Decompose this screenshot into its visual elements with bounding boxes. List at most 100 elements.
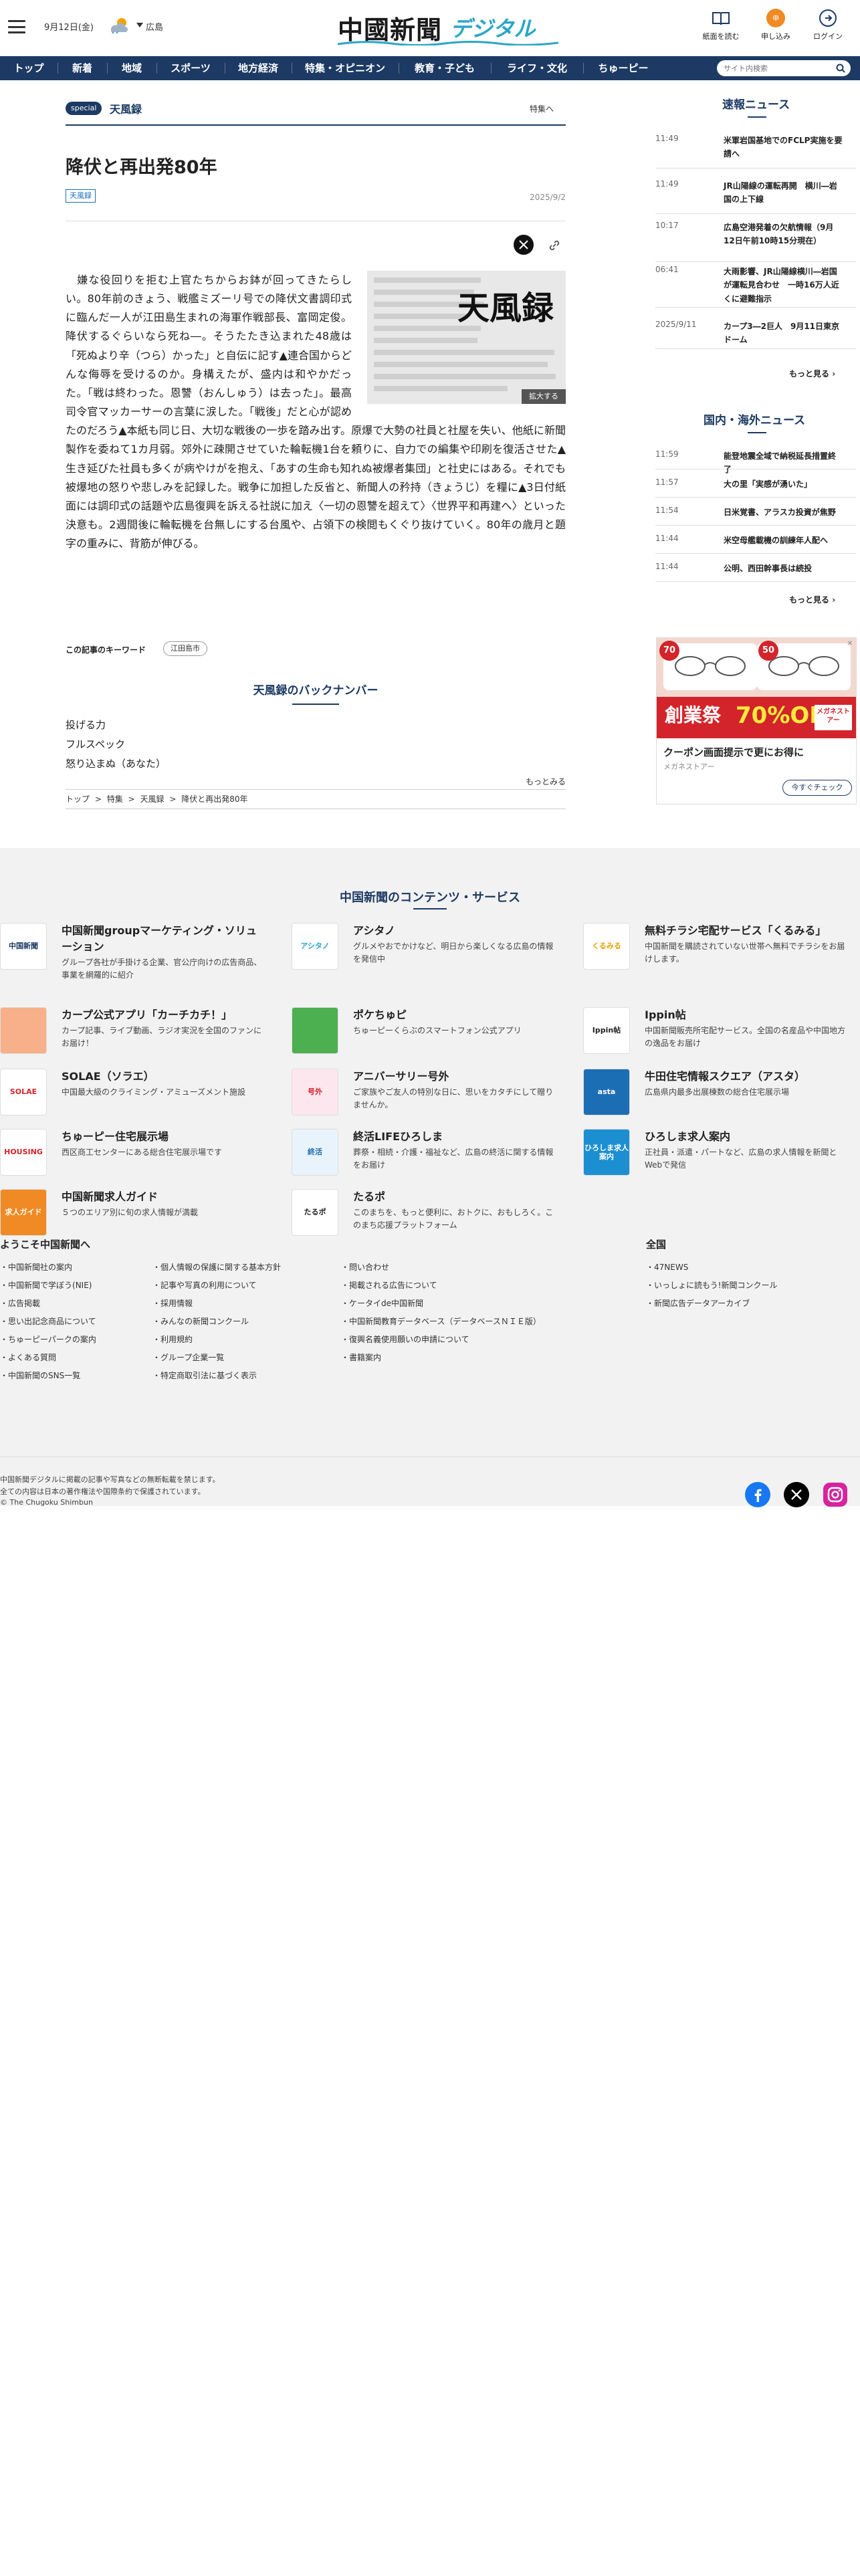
nav-item-sports[interactable]: スポーツ <box>156 56 225 80</box>
news-item[interactable]: 11:57 大の里「実感が湧いた」 <box>655 477 856 498</box>
nav-item-life[interactable]: ライフ・文化 <box>491 56 583 80</box>
news-item[interactable]: 11:49 米軍岩国基地でのFCLP実施を要請へ <box>655 134 856 169</box>
news-item[interactable]: 11:49 JR山陽線の運転再開 横川―岩国の上下線 <box>655 179 856 214</box>
service-card[interactable]: Ippin帖 Ippin帖 中国新聞販売所宅配サービス。全国の名産品や中国地方の逸品… <box>583 1007 845 1067</box>
news-item[interactable]: 2025/9/11 カープ3―2巨人 9月11日東京ドーム <box>655 320 856 349</box>
service-name[interactable]: 終活LIFEひろしま <box>353 1129 554 1145</box>
news-item[interactable]: 11:44 公明、西田幹事長は続投 <box>655 562 856 582</box>
service-card[interactable]: カープ公式アプリ「カーチカチ！」 カープ記事、ライブ動画、ラジオ実況を全国のファン… <box>0 1007 262 1067</box>
breadcrumb-special[interactable]: 特集 <box>107 794 123 804</box>
footer-link[interactable]: 47NEWS <box>646 1261 688 1273</box>
backnumber-item[interactable]: 怒り込まぬ（あなた） <box>66 756 166 770</box>
footer-link[interactable]: ちゅーピーパークの案内 <box>0 1333 96 1345</box>
news-item[interactable]: 11:54 日米覚書、アラスカ投資が焦野 <box>655 506 856 526</box>
share-x-button[interactable] <box>514 235 534 255</box>
footer-link[interactable]: 特定商取引法に基づく表示 <box>152 1370 257 1381</box>
service-name[interactable]: たるポ <box>353 1189 554 1205</box>
ad-cta-button[interactable]: 今すぐチェック <box>782 780 852 796</box>
nav-item-local[interactable]: 地域 <box>107 56 156 80</box>
nav-item-chupi[interactable]: ちゅーピー <box>583 56 663 80</box>
breadcrumb-top[interactable]: トップ <box>66 794 90 804</box>
service-card[interactable]: HOUSING ちゅーピー住宅展示場 西区商工センターにある総合住宅展示場です <box>0 1129 262 1189</box>
footer-link[interactable]: 中国新聞のSNS一覧 <box>0 1370 80 1381</box>
chevron-down-icon[interactable] <box>136 23 143 27</box>
service-card[interactable]: ひろしま求人案内 ひろしま求人案内 正社員・派遣・パートなど、広島の求人情報を新聞と… <box>583 1129 845 1189</box>
read-paper-button[interactable]: 紙面を読む <box>700 8 742 41</box>
news-item[interactable]: 10:17 広島空港発着の欠航情報（9月12日午前10時15分現在） <box>655 221 856 262</box>
article-tag[interactable]: 天風録 <box>66 189 96 203</box>
x-button[interactable] <box>784 1482 809 1507</box>
footer-link[interactable]: 新聞広告データアーカイブ <box>646 1297 750 1309</box>
backnumber-item[interactable]: 投げる力 <box>66 718 106 732</box>
instagram-button[interactable] <box>823 1482 848 1507</box>
menu-icon[interactable] <box>8 20 25 33</box>
zoom-button[interactable]: 拡大する <box>522 389 566 404</box>
keyword-tag[interactable]: 江田島市 <box>163 641 207 656</box>
service-card[interactable]: asta 牛田住宅情報スクエア（アスタ） 広島県内最多出展棟数の総合住宅展示場 <box>583 1069 845 1129</box>
footer-link[interactable]: みんなの新聞コンクール <box>152 1315 249 1327</box>
footer-link[interactable]: 記事や写真の利用について <box>152 1279 257 1291</box>
service-name[interactable]: SOLAE（ソラエ） <box>62 1069 262 1085</box>
category-name[interactable]: 天風録 <box>110 100 142 116</box>
news-item[interactable]: 06:41 大雨影響、JR山陽線横川―岩国が運転見合わせ 一時16万人近くに避難… <box>655 265 856 308</box>
service-card[interactable]: SOLAE SOLAE（ソラエ） 中国最大級のクライミング・アミューズメント施設 <box>0 1069 262 1129</box>
service-card[interactable]: ポケちゅピ ちゅーピーくらぶのスマートフォン公式アプリ <box>292 1007 554 1067</box>
nav-item-top[interactable]: トップ <box>0 56 58 80</box>
footer-link[interactable]: 復興名義使用願いの申請について <box>341 1333 469 1345</box>
news-item[interactable]: 11:59 能登地震全域で納税延長措置終了 <box>655 449 856 474</box>
nav-item-economy[interactable]: 地方経済 <box>225 56 292 80</box>
site-logo[interactable]: 中國新聞 デジタル <box>338 7 558 45</box>
service-name[interactable]: 牛田住宅情報スクエア（アスタ） <box>645 1069 845 1085</box>
service-name[interactable]: ちゅーピー住宅展示場 <box>62 1129 262 1145</box>
footer-link[interactable]: グループ企業一覧 <box>152 1352 224 1363</box>
category-link[interactable]: 特集へ <box>530 103 554 114</box>
copy-link-button[interactable] <box>546 237 563 254</box>
subscribe-button[interactable]: 申 申し込み <box>754 8 797 41</box>
login-button[interactable]: ログイン <box>807 8 849 41</box>
nav-item-opinion[interactable]: 特集・オピニオン <box>292 56 399 80</box>
footer-link[interactable]: 中国新聞社の案内 <box>0 1261 72 1273</box>
footer-link[interactable]: 書籍案内 <box>341 1352 381 1363</box>
footer-link[interactable]: 利用規約 <box>152 1333 193 1345</box>
footer-link[interactable]: いっしょに読もう!新聞コンクール <box>646 1279 777 1291</box>
footer-link[interactable]: 個人情報の保護に関する基本方針 <box>152 1261 281 1273</box>
service-card[interactable]: 号外 アニバーサリー号外 ご家族やご友人の特別な日に、思いをカタチにして贈りませんか… <box>292 1069 554 1129</box>
service-name[interactable]: アニバーサリー号外 <box>353 1069 554 1085</box>
service-name[interactable]: ひろしま求人案内 <box>645 1129 845 1145</box>
search-icon[interactable] <box>836 64 845 73</box>
facebook-button[interactable] <box>745 1482 770 1507</box>
close-icon[interactable]: ✕ <box>845 639 855 649</box>
footer-link[interactable]: 掲載される広告について <box>341 1279 437 1291</box>
breaking-more-link[interactable]: もっと見る › <box>789 368 835 379</box>
footer-link[interactable]: 問い合わせ <box>341 1261 389 1273</box>
search-input[interactable] <box>724 62 831 74</box>
world-more-link[interactable]: もっと見る › <box>789 594 835 605</box>
area-selector[interactable]: 広島 <box>146 20 163 33</box>
backnumber-item[interactable]: フルスペック <box>66 737 125 751</box>
footer-link[interactable]: 思い出記念商品について <box>0 1315 96 1327</box>
service-card[interactable]: アシタノ アシタノ グルメやおでかけなど、明日から楽しくなる広島の情報を発信中 <box>292 923 554 983</box>
footer-link[interactable]: 採用情報 <box>152 1297 193 1309</box>
breadcrumb-category[interactable]: 天風録 <box>140 794 164 804</box>
service-name[interactable]: 無料チラシ宅配サービス「くるみる」 <box>645 923 845 939</box>
footer-link[interactable]: 中国新聞教育データベース（データベースＮＩＥ版） <box>341 1315 541 1327</box>
service-card[interactable]: くるみる 無料チラシ宅配サービス「くるみる」 中国新聞を購読されていない世帯へ無料で… <box>583 923 845 983</box>
service-name[interactable]: Ippin帖 <box>645 1007 845 1023</box>
service-card[interactable]: 中国新聞 中国新聞groupマーケティング・ソリューション グループ各社が手掛ける企… <box>0 923 262 983</box>
advertisement[interactable]: 70 50 創業祭 70%OFF メガネストアー クーポン画面提示で更にお得に … <box>656 637 857 804</box>
service-card[interactable]: 終活 終活LIFEひろしま 葬祭・相続・介護・福祉など、広島の終活に関する情報をお届… <box>292 1129 554 1189</box>
service-name[interactable]: 中国新聞求人ガイド <box>62 1189 262 1205</box>
more-link[interactable]: もっとみる <box>495 776 566 787</box>
service-name[interactable]: カープ公式アプリ「カーチカチ！」 <box>62 1007 262 1023</box>
service-card[interactable]: たるポ たるポ このまちを、もっと便利に、おトクに、おもしろく。このまち応援プラット… <box>292 1189 554 1249</box>
footer-link[interactable]: 中国新聞で学ぼう(NIE) <box>0 1279 92 1291</box>
service-name[interactable]: ポケちゅピ <box>353 1007 554 1023</box>
footer-link[interactable]: 広告掲載 <box>0 1297 40 1309</box>
news-item[interactable]: 11:44 米空母艦載機の訓練年人配へ <box>655 534 856 554</box>
footer-link[interactable]: ケータイde中国新聞 <box>341 1297 423 1309</box>
nav-item-new[interactable]: 新着 <box>58 56 107 80</box>
article-figure[interactable]: 天風録 拡大する <box>367 271 566 404</box>
nav-item-education[interactable]: 教育・子ども <box>399 56 491 80</box>
footer-link[interactable]: よくある質問 <box>0 1352 56 1363</box>
service-name[interactable]: アシタノ <box>353 923 554 939</box>
